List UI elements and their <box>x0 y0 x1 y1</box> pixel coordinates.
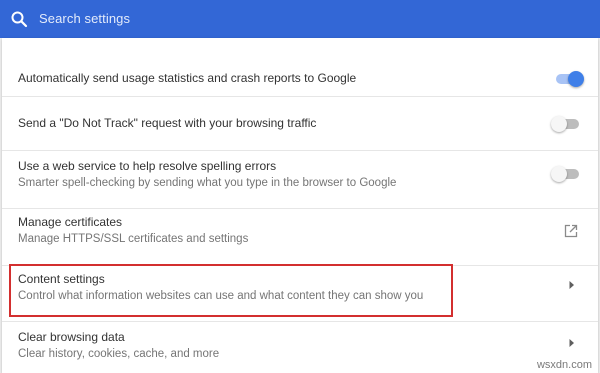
setting-clear-browsing-data[interactable]: Clear browsing data Clear history, cooki… <box>2 321 598 373</box>
setting-description: Clear history, cookies, cache, and more <box>18 348 220 360</box>
setting-do-not-track[interactable]: Send a "Do Not Track" request with your … <box>2 96 598 150</box>
setting-spelling-service[interactable]: Use a web service to help resolve spelli… <box>2 150 598 208</box>
usage-statistics-toggle[interactable] <box>554 71 584 87</box>
setting-label: Automatically send usage statistics and … <box>18 71 357 85</box>
setting-label: Use a web service to help resolve spelli… <box>18 159 277 173</box>
settings-page: Automatically send usage statistics and … <box>0 38 600 373</box>
toggle-knob <box>568 71 584 87</box>
settings-card: Automatically send usage statistics and … <box>2 38 598 373</box>
toggle-knob <box>551 116 567 132</box>
chevron-right-icon[interactable] <box>568 338 576 348</box>
search-header: Search settings <box>0 0 600 38</box>
spelling-service-toggle[interactable] <box>551 166 581 182</box>
search-input[interactable]: Search settings <box>39 11 130 26</box>
setting-description: Smarter spell-checking by sending what y… <box>18 177 397 189</box>
chevron-right-icon[interactable] <box>568 280 576 290</box>
setting-manage-certificates[interactable]: Manage certificates Manage HTTPS/SSL cer… <box>2 208 598 265</box>
setting-label: Clear browsing data <box>18 330 125 344</box>
toggle-knob <box>551 166 567 182</box>
setting-usage-statistics[interactable]: Automatically send usage statistics and … <box>2 38 598 96</box>
open-in-new-icon[interactable] <box>564 224 578 238</box>
setting-description: Manage HTTPS/SSL certificates and settin… <box>18 233 249 245</box>
watermark: wsxdn.com <box>536 359 592 371</box>
setting-label: Send a "Do Not Track" request with your … <box>18 116 317 130</box>
setting-label: Manage certificates <box>18 215 123 229</box>
content-settings-highlight <box>9 264 453 317</box>
do-not-track-toggle[interactable] <box>551 116 581 132</box>
search-icon[interactable] <box>10 10 28 28</box>
